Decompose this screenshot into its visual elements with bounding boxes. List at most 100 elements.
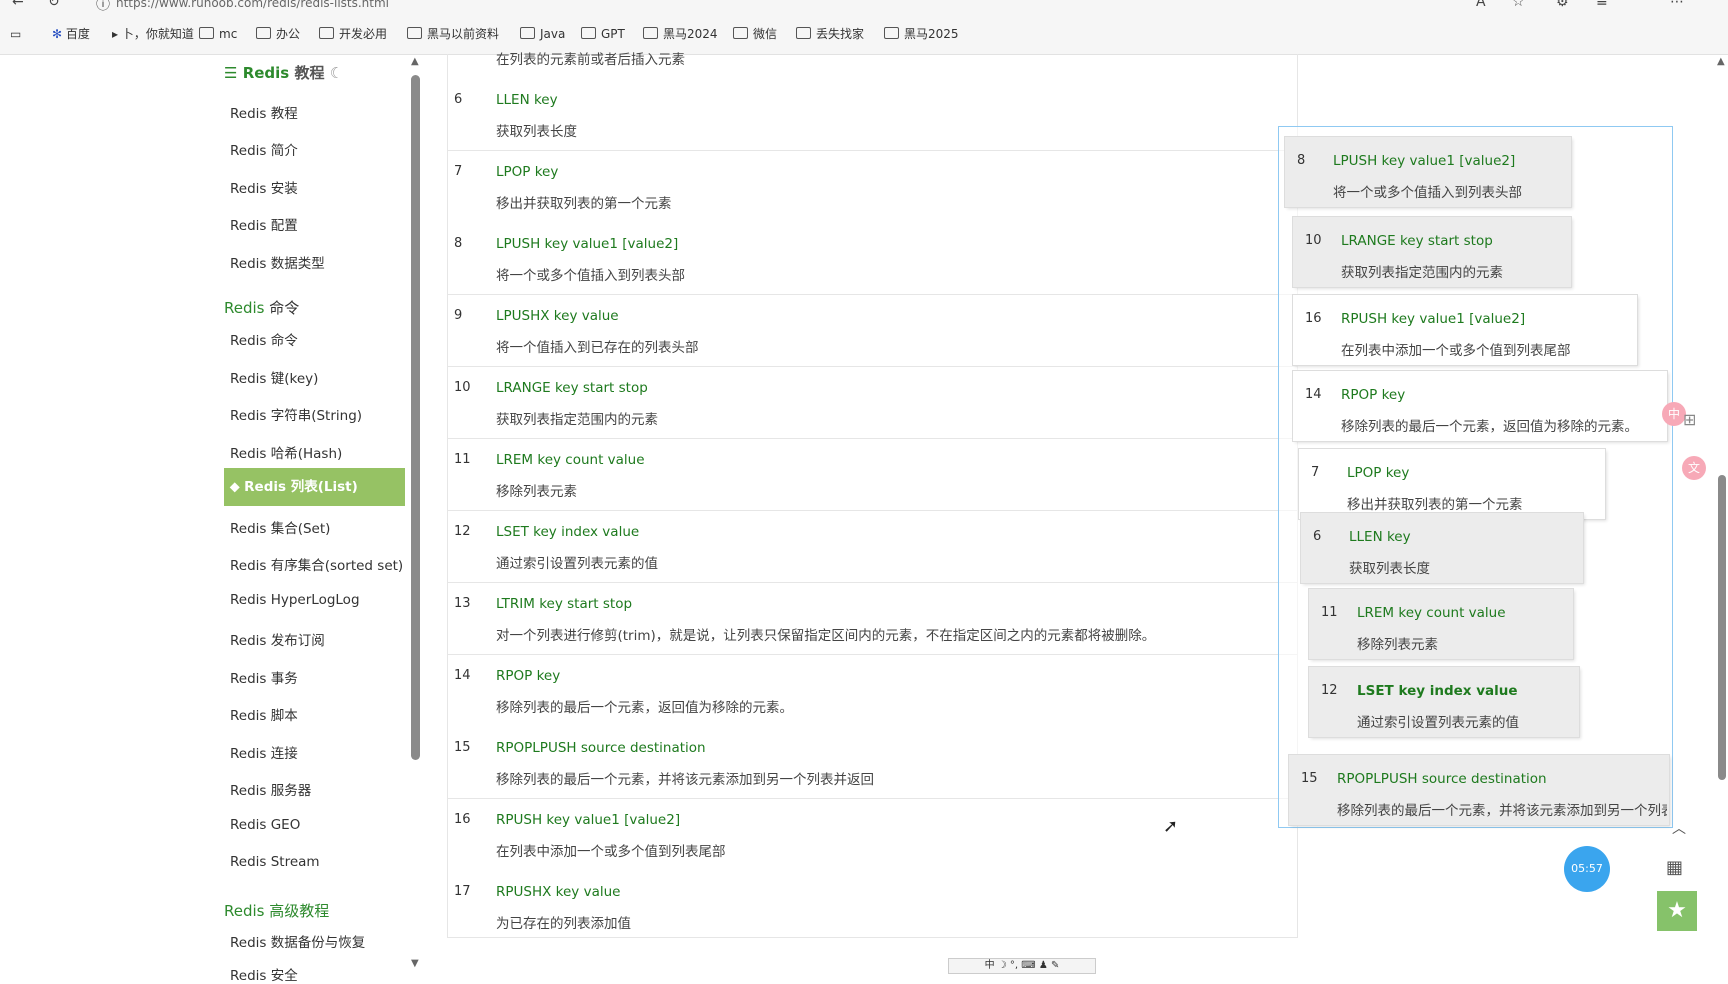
sidebar-item-sorted-set[interactable]: Redis 有序集合(sorted set) bbox=[230, 554, 403, 574]
bookmark-family[interactable]: 丢失找家 bbox=[796, 24, 864, 44]
row-divider bbox=[448, 654, 1297, 655]
bookmark-star-button[interactable]: ★ bbox=[1657, 891, 1697, 931]
drag-card[interactable]: 16 RPUSH key value1 [value2] 在列表中添加一个或多个值到… bbox=[1293, 295, 1637, 365]
sidebar-item-string[interactable]: Redis 字符串(String) bbox=[230, 404, 362, 424]
extensions-icon[interactable]: ⚙ bbox=[1556, 0, 1569, 10]
command-link[interactable]: RPOPLPUSH source destination bbox=[496, 740, 706, 756]
folder-icon bbox=[884, 27, 899, 39]
sidebar-item-hash[interactable]: Redis 哈希(Hash) bbox=[230, 442, 342, 462]
sidebar-item-stream[interactable]: Redis Stream bbox=[230, 854, 320, 870]
row-divider bbox=[448, 366, 1297, 367]
folder-icon bbox=[733, 27, 748, 39]
commands-table: 在列表的元素前或者后插入元素 6 LLEN key 获取列表长度 7 LPOP key… bbox=[447, 52, 1298, 938]
drag-card[interactable]: 10 LRANGE key start stop 获取列表指定范围内的元素 bbox=[1293, 217, 1571, 287]
scroll-up-icon[interactable]: ▲ bbox=[411, 56, 419, 67]
sidebar-section-commands: Redis 命令 bbox=[224, 299, 300, 317]
drag-card[interactable]: 15 RPOPLPUSH source destination 移除列表的最后一个元… bbox=[1289, 755, 1669, 825]
row-divider bbox=[448, 150, 1297, 151]
sidebar-item-geo[interactable]: Redis GEO bbox=[230, 817, 300, 833]
drag-overlay-panel[interactable]: 8 LPUSH key value1 [value2] 将一个或多个值插入到列表头部… bbox=[1278, 126, 1673, 828]
moon-icon[interactable]: ☾ bbox=[330, 64, 343, 82]
sidebar-item-commands[interactable]: Redis 命令 bbox=[230, 329, 298, 349]
sidebar-item-config[interactable]: Redis 配置 bbox=[230, 214, 298, 234]
sidebar-item-hyperloglog[interactable]: Redis HyperLogLog bbox=[230, 592, 360, 608]
mouse-cursor-icon: ➚ bbox=[1163, 816, 1179, 837]
bookmark-devtools[interactable]: 开发必用 bbox=[319, 24, 387, 44]
command-link[interactable]: LRANGE key start stop bbox=[496, 380, 648, 396]
command-link[interactable]: LLEN key bbox=[496, 92, 558, 108]
qr-code-icon[interactable]: ▦ bbox=[1666, 858, 1686, 878]
drag-card[interactable]: 8 LPUSH key value1 [value2] 将一个或多个值插入到列表头部 bbox=[1285, 137, 1571, 207]
sidebar-item-tutorial[interactable]: Redis 教程 bbox=[230, 102, 298, 122]
folder-icon bbox=[407, 27, 422, 39]
sidebar-item-set[interactable]: Redis 集合(Set) bbox=[230, 517, 330, 537]
sidebar-item-backup[interactable]: Redis 数据备份与恢复 bbox=[230, 931, 365, 951]
grid-icon[interactable]: ⊞ bbox=[1683, 410, 1696, 429]
bookmark-heima2025[interactable]: 黑马2025 bbox=[884, 24, 959, 44]
row-divider bbox=[448, 798, 1297, 799]
row-divider bbox=[448, 582, 1297, 583]
folder-icon bbox=[581, 27, 596, 39]
sidebar-item-connection[interactable]: Redis 连接 bbox=[230, 742, 298, 762]
sidebar-item-key[interactable]: Redis 键(key) bbox=[230, 367, 318, 387]
read-aloud-icon[interactable]: A bbox=[1476, 0, 1486, 10]
row-divider bbox=[448, 294, 1297, 295]
folder-icon bbox=[643, 27, 658, 39]
bookmark-mc[interactable]: mc bbox=[199, 24, 237, 44]
page-scroll-thumb[interactable] bbox=[1718, 475, 1726, 780]
more-menu-icon[interactable]: ⋯ bbox=[1670, 0, 1684, 10]
sidebar-item-intro[interactable]: Redis 简介 bbox=[230, 139, 298, 159]
bookmark-gpt[interactable]: GPT bbox=[581, 24, 625, 44]
command-link[interactable]: LSET key index value bbox=[496, 524, 639, 540]
bookmark-heima2024[interactable]: 黑马2024 bbox=[643, 24, 718, 44]
back-icon[interactable]: ← bbox=[12, 0, 24, 10]
bookmark-old-materials[interactable]: 黑马以前资料 bbox=[407, 24, 499, 44]
sidebar-item-pubsub[interactable]: Redis 发布订阅 bbox=[230, 629, 325, 649]
drag-card[interactable]: 6 LLEN key 获取列表长度 bbox=[1301, 513, 1583, 583]
sidebar-scroll-thumb[interactable] bbox=[411, 75, 420, 760]
sidebar-title: ☰ Redis 教程 ☾ bbox=[224, 64, 344, 82]
favorite-icon[interactable]: ☆ bbox=[1512, 0, 1525, 10]
command-link[interactable]: RPUSH key value1 [value2] bbox=[496, 812, 680, 828]
scroll-down-icon[interactable]: ▼ bbox=[411, 958, 419, 969]
bookmark-zhidao[interactable]: ▸ 卜，你就知道 bbox=[112, 24, 194, 44]
address-bar[interactable]: https://www.runoob.com/redis/redis-lists… bbox=[116, 0, 389, 10]
drag-card[interactable]: 7 LPOP key 移出并获取列表的第一个元素 bbox=[1299, 449, 1605, 519]
command-link[interactable]: RPUSHX key value bbox=[496, 884, 620, 900]
bookmark-wechat[interactable]: 微信 bbox=[733, 24, 777, 44]
command-link[interactable]: LPUSH key value1 [value2] bbox=[496, 236, 678, 252]
timer-badge[interactable]: 05:57 bbox=[1564, 846, 1610, 892]
page-scroll-up-icon[interactable]: ▲ bbox=[1717, 56, 1725, 67]
list-icon: ☰ bbox=[224, 64, 238, 82]
sidebar-item-install[interactable]: Redis 安装 bbox=[230, 177, 298, 197]
bookmark-office[interactable]: 办公 bbox=[256, 24, 300, 44]
sidebar-item-server[interactable]: Redis 服务器 bbox=[230, 779, 311, 799]
drag-card-active[interactable]: 12 LSET key index value 通过索引设置列表元素的值 bbox=[1309, 667, 1579, 737]
star-icon: ★ bbox=[1667, 898, 1687, 923]
command-link[interactable]: LREM key count value bbox=[496, 452, 645, 468]
bookmarks-bar: ▭ ✻ 百度 ▸ 卜，你就知道 mc 办公 开发必用 黑马以前资料 Java G… bbox=[0, 16, 1728, 55]
sidebar-item-security[interactable]: Redis 安全 bbox=[230, 964, 298, 984]
reload-icon[interactable]: ↻ bbox=[48, 0, 60, 10]
sidebar-item-datatypes[interactable]: Redis 数据类型 bbox=[230, 252, 325, 272]
bookmarks-menu-icon[interactable]: ▭ bbox=[10, 24, 21, 44]
row-divider bbox=[448, 438, 1297, 439]
folder-icon bbox=[256, 27, 271, 39]
bookmark-java[interactable]: Java bbox=[520, 24, 565, 44]
sidebar-item-transactions[interactable]: Redis 事务 bbox=[230, 667, 298, 687]
tag-icon: ⬥ bbox=[230, 479, 240, 495]
command-link[interactable]: LTRIM key start stop bbox=[496, 596, 632, 612]
folder-icon bbox=[520, 27, 535, 39]
translate-ai-icon[interactable]: 文 bbox=[1682, 456, 1706, 480]
command-link[interactable]: RPOP key bbox=[496, 668, 560, 684]
command-link[interactable]: LPUSHX key value bbox=[496, 308, 619, 324]
drag-card[interactable]: 11 LREM key count value 移除列表元素 bbox=[1309, 589, 1573, 659]
collections-icon[interactable]: ≡ bbox=[1596, 0, 1608, 10]
command-link[interactable]: LPOP key bbox=[496, 164, 558, 180]
back-to-top-icon[interactable]: ︿ bbox=[1672, 818, 1686, 838]
drag-card[interactable]: 14 RPOP key 移除列表的最后一个元素，返回值为移除的元素。 bbox=[1293, 371, 1667, 441]
bookmark-baidu[interactable]: ✻ 百度 bbox=[52, 24, 90, 44]
sidebar-item-scripting[interactable]: Redis 脚本 bbox=[230, 704, 298, 724]
page-icon: ▸ bbox=[112, 27, 119, 41]
sidebar-item-list-active[interactable]: ⬥ Redis 列表(List) bbox=[224, 468, 405, 506]
